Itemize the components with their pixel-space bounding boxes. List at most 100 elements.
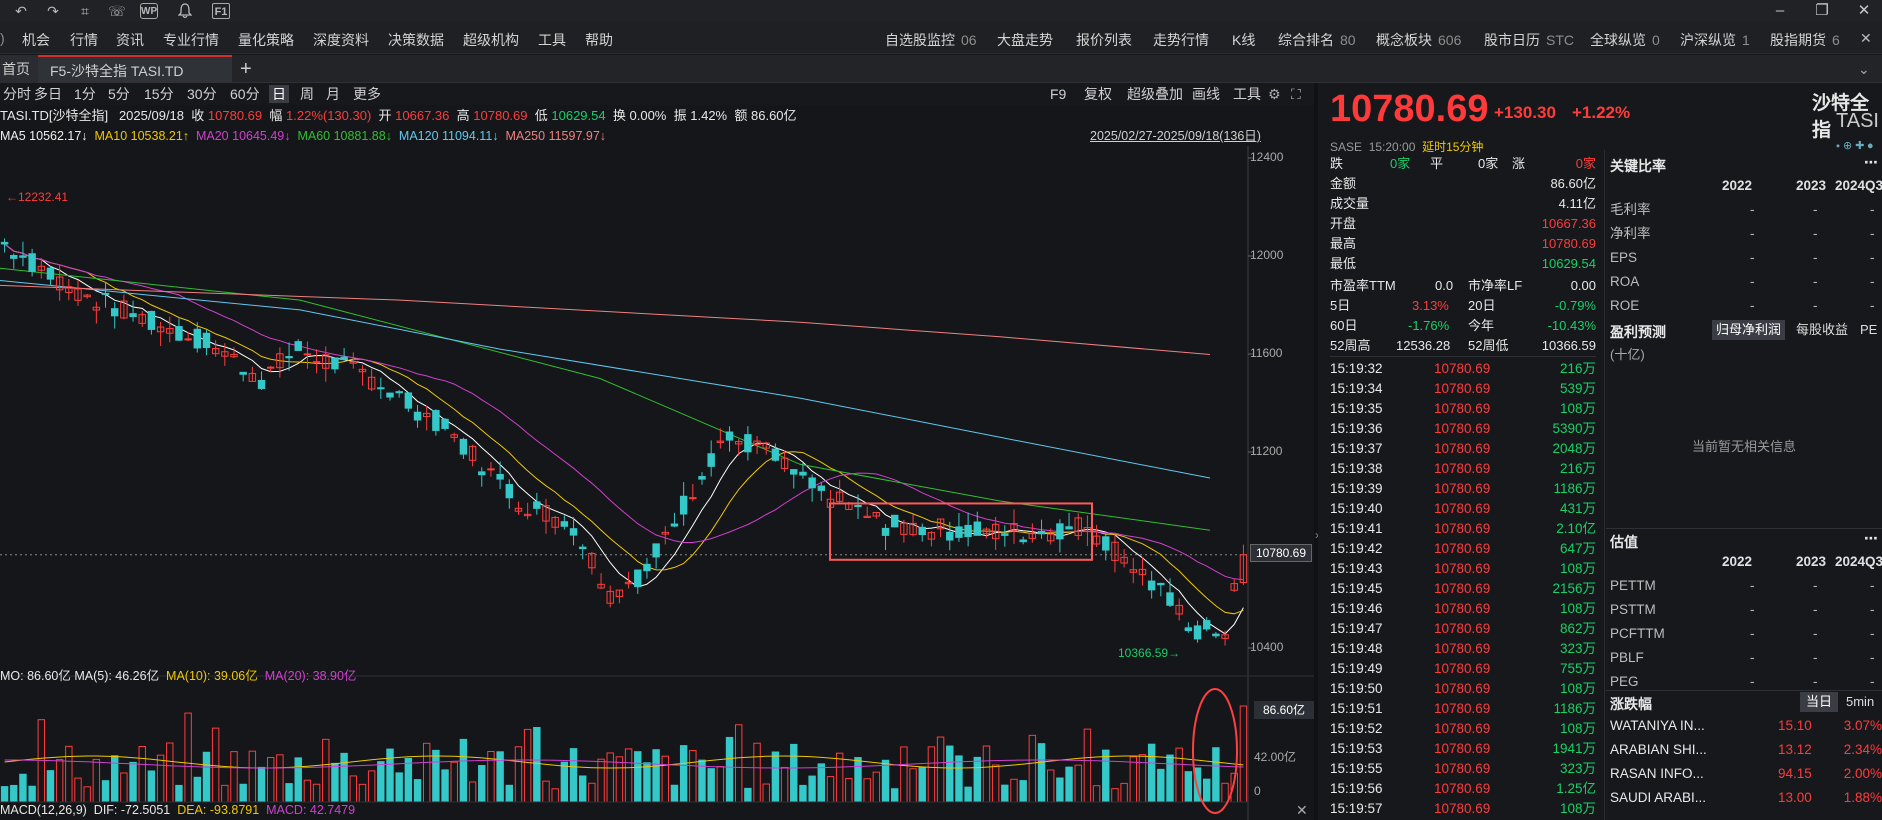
volume-bar — [1111, 788, 1119, 803]
tools-button[interactable]: 工具 — [1230, 85, 1264, 103]
mover-row[interactable]: WATANIYA IN... 15.10 3.07% — [1610, 714, 1882, 738]
menu-decision[interactable]: 决策数据 — [388, 30, 444, 50]
minimize-button[interactable]: – — [1762, 0, 1798, 22]
volume-bar — [578, 775, 587, 803]
volume-bar — [845, 777, 853, 803]
menu-ranking[interactable]: 综合排名 80 — [1278, 30, 1356, 50]
period-5min[interactable]: 5分 — [105, 85, 133, 103]
volume-bar — [432, 749, 440, 803]
period-15min[interactable]: 15分 — [141, 85, 177, 103]
draw-line-button[interactable]: 画线 — [1189, 85, 1223, 103]
period-60min[interactable]: 60分 — [227, 85, 263, 103]
menu-close-icon[interactable]: ✕ — [1860, 30, 1872, 47]
period-month[interactable]: 月 — [323, 85, 343, 103]
add-tab-button[interactable]: + — [240, 55, 252, 83]
tab-home[interactable]: 首页 — [0, 55, 38, 83]
kline-chart[interactable] — [0, 146, 1314, 820]
chat-icon[interactable]: ☏ — [108, 3, 126, 19]
menu-quote-list[interactable]: 报价列表 — [1076, 30, 1132, 50]
close-window-button[interactable]: ✕ — [1846, 0, 1882, 22]
period-multiday[interactable]: 多日 — [31, 85, 65, 103]
menu-concept[interactable]: 概念板块 606 — [1376, 30, 1461, 50]
volume-bar — [367, 770, 376, 803]
volume-bar — [202, 751, 211, 803]
tab-tasi[interactable]: F5-沙特全指 TASI.TD — [38, 55, 232, 83]
tab-pe[interactable]: PE — [1860, 320, 1877, 340]
undo-icon[interactable]: ↶ — [12, 3, 30, 19]
f9-button[interactable]: F9 — [1047, 85, 1069, 103]
menu-tools[interactable]: 工具 — [538, 30, 566, 50]
menu-institutions[interactable]: 超级机构 — [463, 30, 519, 50]
menu-news[interactable]: 资讯 — [116, 30, 144, 50]
candle-body — [10, 255, 18, 259]
menu-futures[interactable]: 股指期货 6 — [1770, 30, 1840, 50]
mover-row[interactable]: SAUDI ARABI... 13.00 1.88% — [1610, 786, 1882, 810]
menu-trend[interactable]: 走势行情 — [1153, 30, 1209, 50]
volume-bar — [790, 743, 798, 803]
period-day[interactable]: 日 — [269, 85, 289, 103]
tab-net-profit[interactable]: 归母净利润 — [1712, 320, 1786, 340]
menu-market-trend[interactable]: 大盘走势 — [997, 30, 1053, 50]
close-macd-icon[interactable]: ✕ — [1296, 802, 1308, 819]
trade-row: 15:19:49 10780.69 755万 — [1330, 661, 1596, 676]
candle-body — [257, 379, 266, 389]
menu-calendar[interactable]: 股市日历 STC — [1484, 30, 1574, 50]
volume-tag: 86.60亿 — [1254, 701, 1314, 719]
volume-bar — [551, 788, 559, 803]
more-icon[interactable]: ⋯ — [1864, 154, 1878, 171]
period-1min[interactable]: 1分 — [71, 85, 99, 103]
candle-body — [129, 313, 137, 318]
period-more[interactable]: 更多 — [350, 85, 384, 103]
volume-bar — [230, 751, 238, 803]
volume-bar — [835, 752, 844, 803]
menu-watchlist-monitor[interactable]: 自选股监控 06 — [885, 30, 977, 50]
menu-deep-data[interactable]: 深度资料 — [313, 30, 369, 50]
tab-today[interactable]: 当日 — [1800, 692, 1839, 712]
volume-bar — [349, 775, 358, 803]
tab-eps[interactable]: 每股收益 — [1796, 320, 1848, 340]
date-range[interactable]: 2025/02/27-2025/09/18(136日) — [1090, 126, 1261, 146]
menu-hs-overview[interactable]: 沪深纵览 1 — [1680, 30, 1750, 50]
redo-icon[interactable]: ↷ — [44, 3, 62, 19]
gear-icon[interactable]: ⚙ — [1265, 85, 1284, 103]
low-marker: 10366.59→ — [1118, 646, 1181, 660]
restore-button[interactable]: ❐ — [1804, 0, 1840, 22]
crop-icon[interactable]: ⌗ — [76, 3, 94, 19]
candle-body — [1019, 539, 1027, 543]
ma5-line — [4, 243, 1244, 635]
menu-pro-quotes[interactable]: 专业行情 — [163, 30, 219, 50]
candle-body — [698, 476, 706, 480]
menu-quotes[interactable]: 行情 — [70, 30, 98, 50]
menu-global[interactable]: 全球纵览 0 — [1590, 30, 1660, 50]
panel-tool-icons[interactable]: ⬩ ⊕ ✚ ⦁ — [1836, 139, 1873, 153]
chevron-down-icon[interactable]: ⌄ — [1858, 55, 1870, 83]
help-f1-icon[interactable]: F1 — [212, 3, 230, 19]
menu-opportunity[interactable]: 机会 — [22, 30, 50, 50]
period-30min[interactable]: 30分 — [184, 85, 220, 103]
menu-help[interactable]: 帮助 — [585, 30, 613, 50]
tab-5min[interactable]: 5min — [1846, 692, 1874, 712]
candle-body — [175, 326, 183, 341]
period-timeshare[interactable]: 分时 — [0, 85, 34, 103]
ratio-row: PSTTM - - - — [1610, 602, 1875, 617]
mover-row[interactable]: ARABIAN SHI... 13.12 2.34% — [1610, 738, 1882, 762]
candle-body — [569, 528, 578, 536]
adjust-button[interactable]: 复权 — [1081, 85, 1115, 103]
candle-body — [1147, 580, 1156, 591]
volume-bar — [248, 750, 257, 803]
candle-body — [404, 392, 413, 409]
expand-icon[interactable]: ⛶ — [1288, 85, 1304, 103]
menu-quant[interactable]: 量化策略 — [238, 30, 294, 50]
bell-icon[interactable] — [176, 3, 194, 19]
period-week[interactable]: 周 — [297, 85, 317, 103]
menu-kline[interactable]: K线 — [1232, 30, 1255, 50]
more-icon[interactable]: ⋯ — [1864, 530, 1878, 547]
candle-body — [790, 469, 798, 475]
volume-bar — [597, 758, 605, 803]
perf-row-3: 52周高 12536.28 52周低 10366.59 — [1330, 338, 1596, 353]
overlay-button[interactable]: 超级叠加 — [1124, 85, 1186, 103]
candle-body — [184, 338, 192, 341]
mover-row[interactable]: RASAN INFO... 94.15 2.00% — [1610, 762, 1882, 786]
volume-ma20-line — [4, 759, 1244, 769]
wp-icon[interactable]: WP — [140, 3, 158, 19]
